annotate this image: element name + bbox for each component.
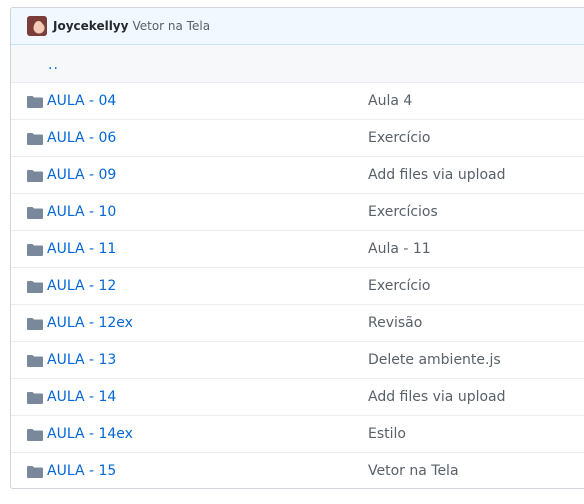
- folder-icon: [27, 355, 43, 367]
- latest-commit-bar: Joycekellyy Vetor na Tela: [11, 8, 584, 45]
- file-row[interactable]: AULA - 09 Add files via upload: [11, 157, 584, 194]
- commit-message-link[interactable]: Delete ambiente.js: [368, 352, 501, 368]
- commit-message-link[interactable]: Aula 4: [368, 93, 412, 109]
- parent-directory-row[interactable]: ..: [11, 45, 584, 83]
- folder-name-link[interactable]: AULA - 12: [47, 278, 116, 294]
- folder-icon: [27, 466, 43, 478]
- avatar[interactable]: [27, 16, 47, 36]
- folder-name-link[interactable]: AULA - 04: [47, 93, 116, 109]
- commit-message-link[interactable]: Exercícios: [368, 204, 438, 220]
- commit-message-link[interactable]: Add files via upload: [368, 389, 506, 405]
- commit-message-link[interactable]: Estilo: [368, 426, 406, 442]
- file-row[interactable]: AULA - 14ex Estilo: [11, 416, 584, 453]
- parent-directory-link[interactable]: ..: [48, 57, 59, 73]
- file-row[interactable]: AULA - 12 Exercício: [11, 268, 584, 305]
- commit-message-link[interactable]: Exercício: [368, 130, 431, 146]
- folder-name-link[interactable]: AULA - 12ex: [47, 315, 133, 331]
- file-list: Joycekellyy Vetor na Tela .. AULA - 04 Au…: [10, 7, 584, 489]
- commit-message-link[interactable]: Add files via upload: [368, 167, 506, 183]
- folder-name-link[interactable]: AULA - 11: [47, 241, 116, 257]
- folder-icon: [27, 392, 43, 404]
- folder-icon: [27, 318, 43, 330]
- folder-name-link[interactable]: AULA - 09: [47, 167, 116, 183]
- file-row[interactable]: AULA - 14 Add files via upload: [11, 379, 584, 416]
- folder-icon: [27, 281, 43, 293]
- commit-message-link[interactable]: Exercício: [368, 278, 431, 294]
- file-row[interactable]: AULA - 15 Vetor na Tela: [11, 453, 584, 488]
- file-row[interactable]: AULA - 11 Aula - 11: [11, 231, 584, 268]
- file-rows: AULA - 04 Aula 4 AULA - 06 Exercício AULA - …: [11, 83, 584, 488]
- folder-icon: [27, 133, 43, 145]
- folder-name-link[interactable]: AULA - 14ex: [47, 426, 133, 442]
- file-row[interactable]: AULA - 12ex Revisão: [11, 305, 584, 342]
- commit-message-link[interactable]: Revisão: [368, 315, 422, 331]
- folder-name-link[interactable]: AULA - 06: [47, 130, 116, 146]
- folder-name-link[interactable]: AULA - 15: [47, 463, 116, 479]
- folder-name-link[interactable]: AULA - 10: [47, 204, 116, 220]
- folder-icon: [27, 96, 43, 108]
- folder-icon: [27, 244, 43, 256]
- file-row[interactable]: AULA - 04 Aula 4: [11, 83, 584, 120]
- commit-author-link[interactable]: Joycekellyy: [53, 19, 128, 33]
- folder-icon: [27, 170, 43, 182]
- folder-icon: [27, 207, 43, 219]
- commit-message-link[interactable]: Vetor na Tela: [132, 19, 210, 33]
- folder-name-link[interactable]: AULA - 13: [47, 352, 116, 368]
- file-row[interactable]: AULA - 13 Delete ambiente.js: [11, 342, 584, 379]
- file-row[interactable]: AULA - 10 Exercícios: [11, 194, 584, 231]
- folder-icon: [27, 429, 43, 441]
- commit-message-link[interactable]: Aula - 11: [368, 241, 431, 257]
- commit-message-link[interactable]: Vetor na Tela: [368, 463, 459, 479]
- file-row[interactable]: AULA - 06 Exercício: [11, 120, 584, 157]
- folder-name-link[interactable]: AULA - 14: [47, 389, 116, 405]
